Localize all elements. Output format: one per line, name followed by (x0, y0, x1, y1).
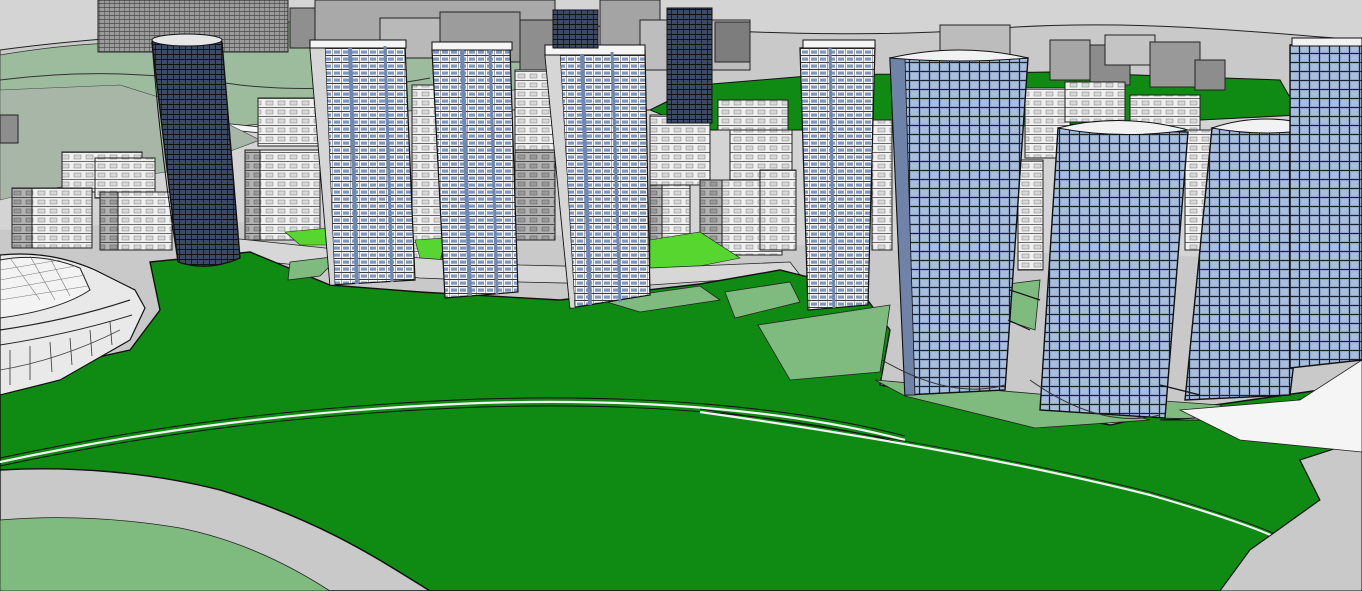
tower-white-4 (799, 39, 876, 311)
blue-tower-4 (1289, 37, 1362, 369)
tower-white-2 (431, 41, 519, 299)
blue-tower-1 (881, 49, 1029, 396)
city-model-scene (0, 0, 1362, 591)
